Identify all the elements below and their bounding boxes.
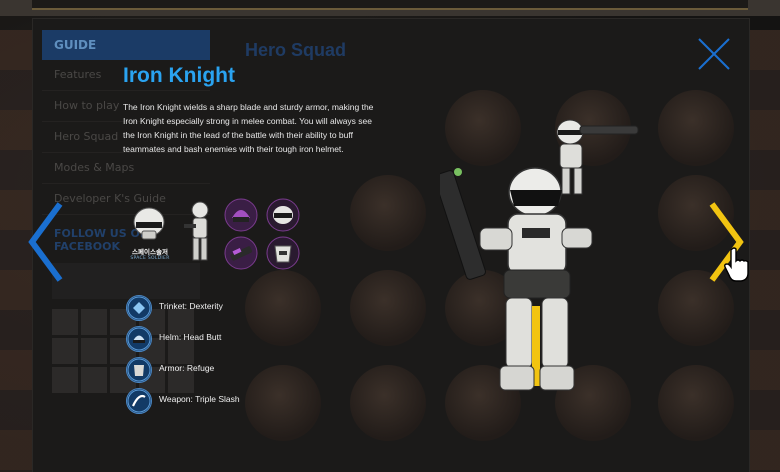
space-soldier-figure-icon bbox=[184, 201, 209, 261]
costume-set: 스페이스솔저 SPACE SOLDIER bbox=[128, 196, 308, 276]
equipment-label: Weapon: Triple Slash bbox=[159, 394, 240, 404]
equipment-item-weapon: Weapon: Triple Slash bbox=[126, 388, 296, 414]
armor-icon bbox=[126, 357, 152, 383]
equipment-item-armor: Armor: Refuge bbox=[126, 357, 296, 383]
equipment-item-trinket: Trinket: Dexterity bbox=[126, 295, 296, 321]
trinket-icon bbox=[126, 295, 152, 321]
equipment-label: Armor: Refuge bbox=[159, 363, 215, 373]
main-soldier bbox=[440, 167, 593, 391]
hero-character-art bbox=[440, 119, 639, 391]
set-badge: 스페이스솔저 SPACE SOLDIER bbox=[130, 246, 170, 261]
hero-name: Iron Knight bbox=[123, 64, 235, 87]
equipment-label: Trinket: Dexterity bbox=[159, 301, 223, 311]
weapon-icon bbox=[126, 388, 152, 414]
close-icon[interactable] bbox=[696, 36, 732, 72]
purple-helm-item-icon bbox=[224, 198, 258, 232]
set-badge-korean: 스페이스솔저 bbox=[132, 248, 168, 256]
companion-soldier bbox=[556, 119, 639, 195]
space-soldier-helmet-icon bbox=[133, 207, 165, 240]
set-badge-english: SPACE SOLDIER bbox=[130, 256, 170, 261]
equipment-label: Helm: Head Butt bbox=[159, 332, 222, 342]
blaster-item-icon bbox=[224, 236, 258, 270]
helm-icon bbox=[126, 326, 152, 352]
chevron-left-icon[interactable] bbox=[26, 200, 66, 284]
hand-cursor-icon bbox=[724, 247, 749, 282]
hero-description: The Iron Knight wields a sharp blade and… bbox=[123, 102, 374, 154]
hero-detail-modal: Iron Knight The Iron Knight wields a sha… bbox=[0, 0, 780, 472]
helmet-item-icon bbox=[266, 198, 300, 232]
armor-item-icon bbox=[266, 236, 300, 270]
equipment-item-helm: Helm: Head Butt bbox=[126, 326, 296, 352]
